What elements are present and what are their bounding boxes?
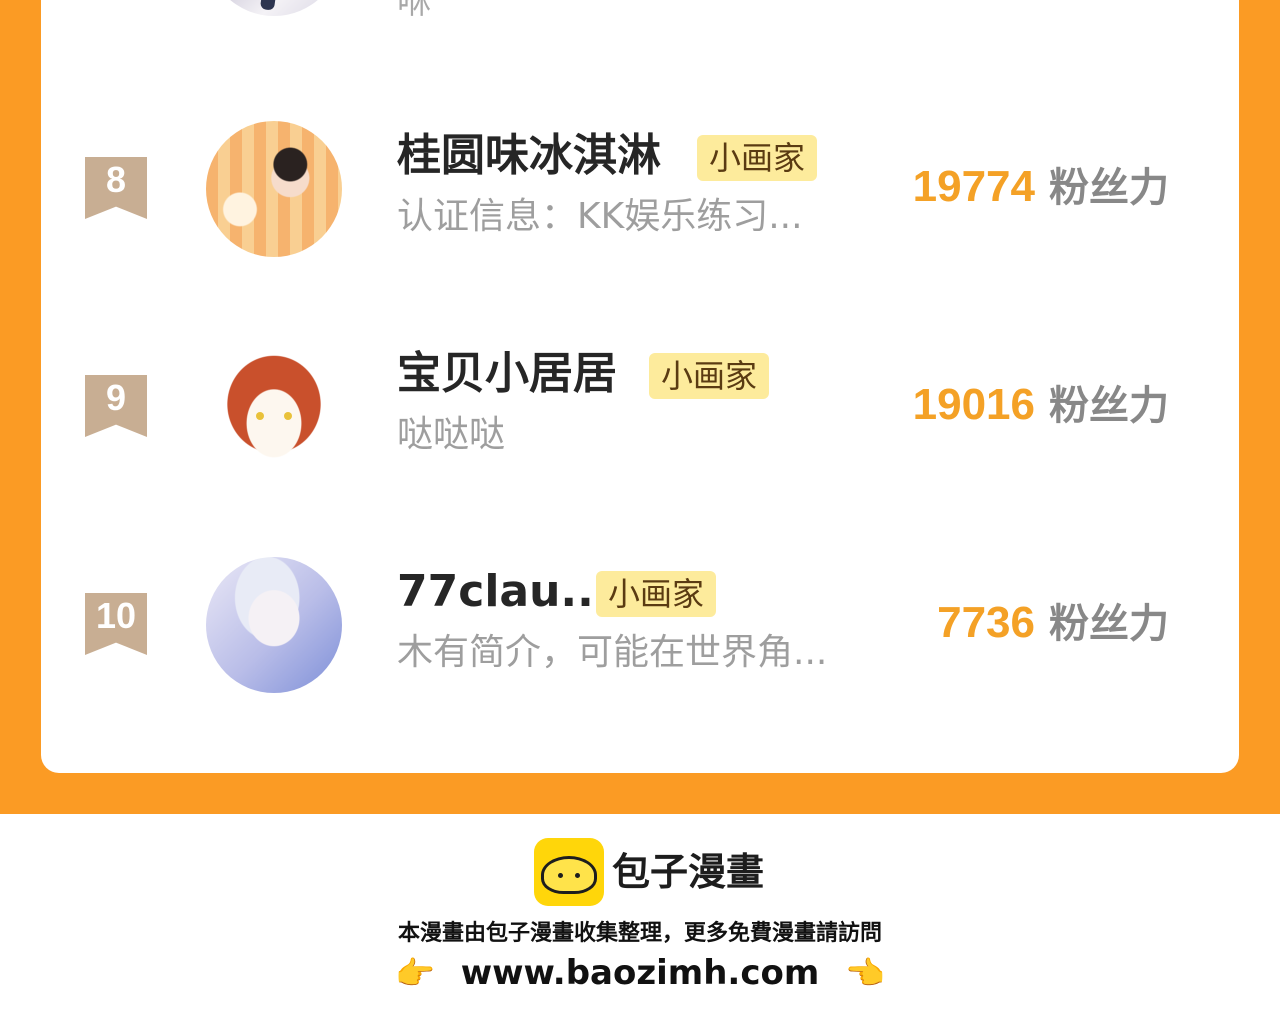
user-name[interactable]: 桂圆味冰淇淋 (397, 129, 661, 183)
fans-label: 粉丝力 (1049, 165, 1169, 211)
footer-url-line: 👉 www.baozimh.com 👈 (0, 950, 1280, 996)
fans-score: 19774 粉丝力 (913, 161, 1169, 214)
user-description: 木有简介，可能在世界角... (397, 632, 828, 673)
user-description: 哒哒哒 (397, 414, 506, 455)
avatar[interactable] (206, 0, 342, 16)
status-badge: 小画家 (596, 571, 717, 617)
ranking-card: 咻 8 桂圆味冰淇淋 小画家 认证信息：KK娱乐练习... 19774 粉丝力 9… (41, 0, 1239, 773)
fans-number: 7736 (937, 598, 1035, 647)
fans-score: 19016 粉丝力 (913, 379, 1169, 432)
rank-badge: 8 (85, 157, 147, 219)
site-link[interactable]: www.baozimh.com (461, 953, 820, 993)
fans-label: 粉丝力 (1049, 383, 1169, 429)
user-description: 认证信息：KK娱乐练习... (397, 196, 803, 237)
fans-label: 粉丝力 (1049, 601, 1169, 647)
status-badge: 小画家 (697, 135, 818, 181)
brand-name: 包子漫畫 (612, 850, 765, 894)
baozi-logo-icon[interactable] (534, 838, 604, 906)
fans-number: 19016 (912, 380, 1035, 429)
list-item[interactable]: 8 桂圆味冰淇淋 小画家 认证信息：KK娱乐练习... 19774 粉丝力 (41, 117, 1239, 257)
avatar[interactable] (206, 557, 342, 693)
user-name[interactable]: 77clau... (397, 565, 611, 619)
avatar[interactable] (206, 339, 342, 475)
fans-number: 19774 (912, 162, 1035, 211)
user-description: 咻 (397, 0, 431, 22)
pointing-left-icon: 👈 (845, 954, 885, 992)
list-item[interactable]: 10 77clau... 小画家 木有简介，可能在世界角... 7736 粉丝力 (41, 553, 1239, 693)
bun-icon (541, 856, 597, 894)
user-name[interactable]: 宝贝小居居 (397, 347, 617, 401)
avatar[interactable] (206, 121, 342, 257)
list-item[interactable]: 9 宝贝小居居 小画家 哒哒哒 19016 粉丝力 (41, 335, 1239, 475)
pointing-right-icon: 👉 (395, 954, 435, 992)
rank-badge: 9 (85, 375, 147, 437)
fans-score: 7736 粉丝力 (937, 597, 1169, 650)
face-icon (256, 412, 292, 420)
rank-badge: 10 (85, 593, 147, 655)
status-badge: 小画家 (649, 353, 770, 399)
footer-notice: 本漫畫由包子漫畫收集整理，更多免費漫畫請訪問 (397, 921, 882, 946)
